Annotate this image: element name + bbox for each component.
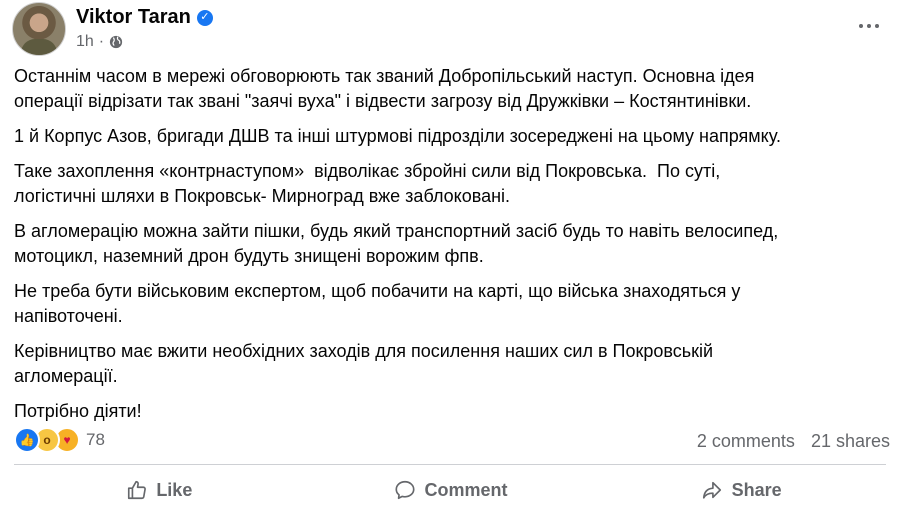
- post-paragraph: Таке захоплення «контрнаступом» відволік…: [14, 161, 721, 206]
- engagement-stats: 2 comments 21 shares: [697, 431, 890, 452]
- dot-icon: [867, 24, 871, 28]
- post-body: Останнім часом в мережі обговорюють так …: [14, 64, 894, 434]
- post-paragraph: 1 й Корпус Азов, бригади ДШВ та інші шту…: [14, 126, 781, 146]
- comment-button[interactable]: Comment: [305, 470, 596, 510]
- meta-separator: ·: [98, 33, 105, 50]
- post-meta: 1h ·: [76, 33, 123, 51]
- post-paragraph: Останнім часом в мережі обговорюють так …: [14, 66, 755, 111]
- post-paragraph: Не треба бути військовим експертом, щоб …: [14, 281, 741, 326]
- globe-icon[interactable]: [109, 35, 123, 49]
- post-paragraph: Потрібно діяти!: [14, 401, 142, 421]
- reaction-summary[interactable]: 👍 o ♥ 78: [14, 427, 105, 453]
- post-paragraph: Керівництво має вжити необхідних заходів…: [14, 341, 714, 386]
- post-header: Viktor Taran ✓ 1h ·: [12, 2, 886, 56]
- author-avatar[interactable]: [12, 2, 66, 56]
- post-time[interactable]: 1h: [76, 33, 94, 51]
- like-button[interactable]: Like: [14, 470, 305, 510]
- like-label: Like: [156, 479, 193, 500]
- post-actions-bar: Like Comment Share: [14, 470, 886, 510]
- post-paragraph: В агломерацію можна зайти пішки, будь як…: [14, 221, 779, 266]
- more-options-button[interactable]: [852, 12, 886, 40]
- reaction-count[interactable]: 78: [86, 430, 105, 450]
- comments-count-link[interactable]: 2 comments: [697, 431, 795, 452]
- share-label: Share: [731, 479, 782, 500]
- thumbs-up-icon: [128, 480, 147, 500]
- actions-divider: [14, 464, 886, 465]
- comment-bubble-icon: [394, 480, 415, 500]
- author-name-row: Viktor Taran ✓: [76, 6, 213, 29]
- like-reaction-icon: 👍: [14, 427, 40, 453]
- verified-badge-icon: ✓: [196, 9, 213, 26]
- comment-label: Comment: [424, 479, 508, 500]
- dot-icon: [859, 24, 863, 28]
- shares-count-link[interactable]: 21 shares: [811, 431, 890, 452]
- dot-icon: [875, 24, 879, 28]
- share-button[interactable]: Share: [595, 470, 886, 510]
- author-name[interactable]: Viktor Taran: [76, 6, 191, 29]
- share-arrow-icon: [702, 481, 721, 499]
